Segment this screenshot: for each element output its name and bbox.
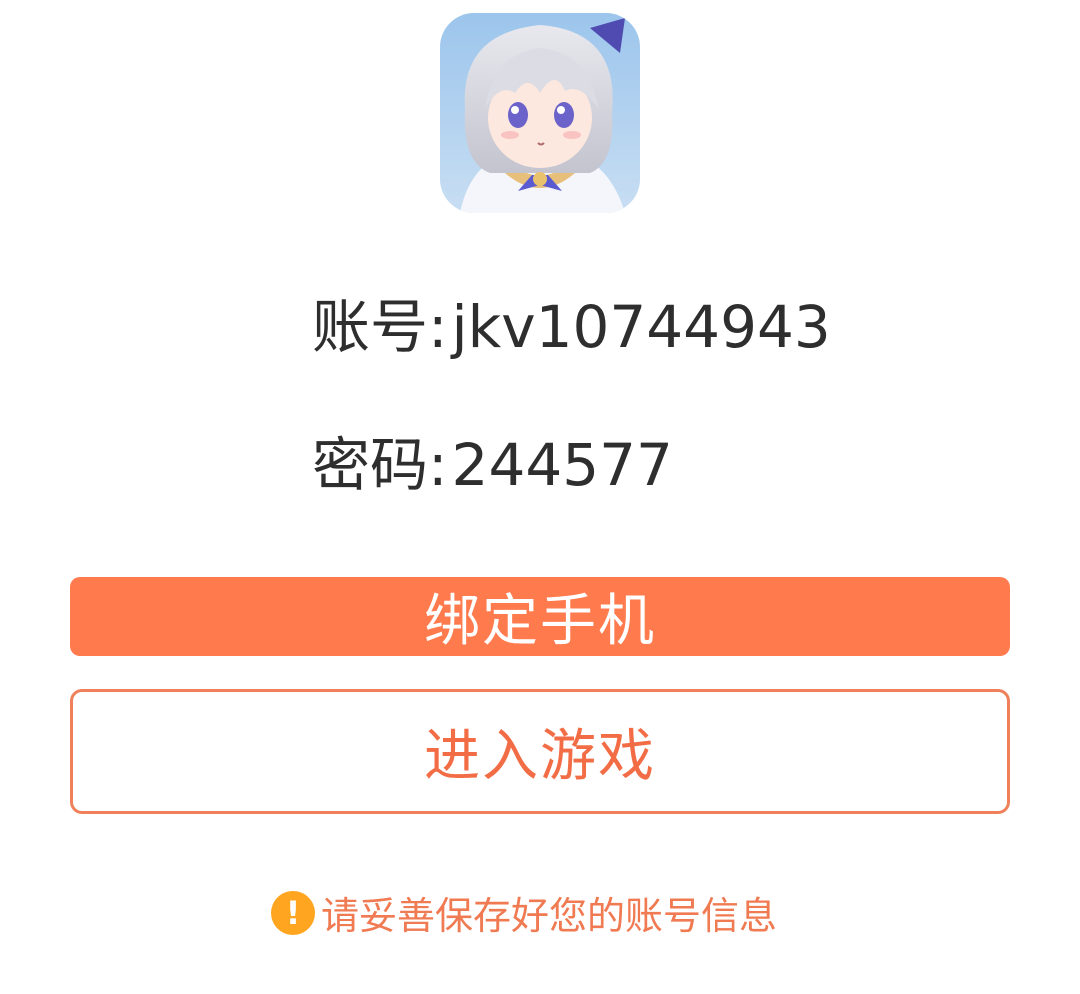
tip-text: 请妥善保存好您的账号信息 [321,894,778,938]
password-value: 244577 [451,431,673,499]
account-info-page: 账号:jkv10744943 密码:244577 绑定手机 进入游戏 ! 请妥善… [0,0,1080,994]
game-avatar-icon [440,13,640,213]
enter-game-button[interactable]: 进入游戏 [70,689,1010,814]
account-label: 账号: [312,293,448,361]
save-account-tip: ! 请妥善保存好您的账号信息 [271,885,777,940]
warning-icon: ! [271,890,315,935]
password-label: 密码: [312,431,448,499]
account-value: jkv10744943 [451,293,831,361]
account-row: 账号:jkv10744943 [312,298,831,356]
bind-phone-button[interactable]: 绑定手机 [70,577,1010,656]
password-row: 密码:244577 [312,436,673,494]
